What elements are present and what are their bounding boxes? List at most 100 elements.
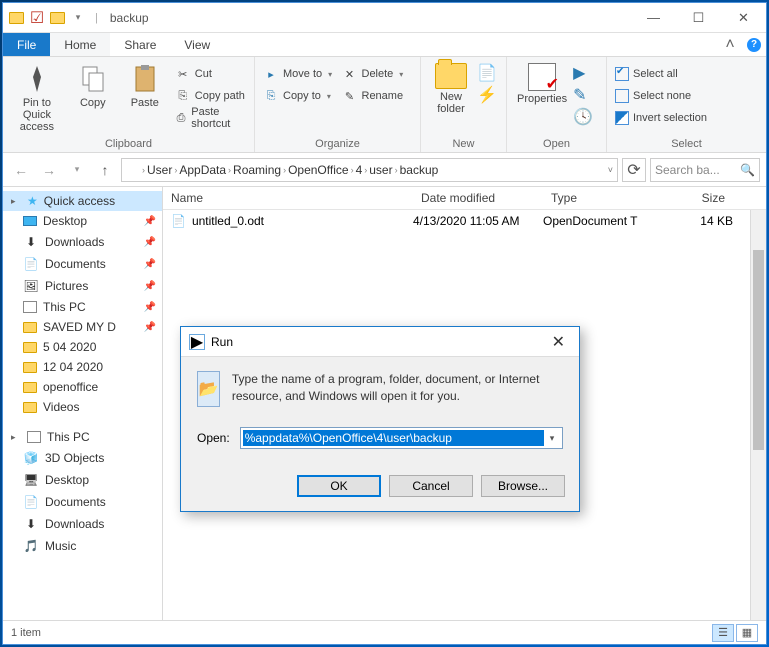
back-button[interactable]: ← (9, 158, 33, 182)
sidebar-item[interactable]: 📄Documents📌 (3, 253, 162, 275)
search-input[interactable]: Search ba... 🔍 (650, 158, 760, 182)
column-name[interactable]: Name (163, 191, 413, 205)
pin-to-quick-access-button[interactable]: Pin to Quick access (7, 59, 67, 133)
new-folder-button[interactable]: New folder (425, 59, 477, 115)
scroll-thumb[interactable] (753, 250, 764, 450)
rename-button[interactable]: ✎Rename (338, 85, 417, 107)
maximize-button[interactable]: ☐ (676, 3, 721, 33)
help-button[interactable]: ? (742, 33, 766, 56)
up-button[interactable]: ↑ (93, 158, 117, 182)
folder-icon (23, 362, 37, 373)
sidebar-item-label: Music (45, 539, 76, 553)
pin-icon: 📌 (144, 237, 156, 248)
tab-share[interactable]: Share (110, 33, 170, 56)
copy-icon (77, 63, 109, 95)
copy-path-button[interactable]: ⎘Copy path (171, 85, 250, 107)
run-dialog[interactable]: ▶ Run ✕ 📂 Type the name of a program, fo… (180, 326, 580, 512)
sidebar-item[interactable]: 🧊3D Objects (3, 447, 162, 469)
sidebar-item[interactable]: 🖥Desktop (3, 469, 162, 491)
sidebar-item[interactable]: openoffice (3, 377, 162, 397)
properties-button[interactable]: Properties (511, 59, 573, 105)
group-label: Clipboard (7, 136, 250, 152)
table-row[interactable]: 📄untitled_0.odt4/13/2020 11:05 AMOpenDoc… (163, 210, 766, 232)
easy-access-icon[interactable]: ⚡ (477, 85, 497, 105)
column-size[interactable]: Size (663, 191, 733, 205)
sidebar-item[interactable]: 🖼Pictures📌 (3, 275, 162, 297)
tab-view[interactable]: View (170, 33, 224, 56)
move-to-button[interactable]: ▸Move to▾ (259, 63, 338, 85)
folder-icon (23, 342, 37, 353)
sidebar-item-label: 5 04 2020 (43, 340, 96, 354)
sidebar-item[interactable]: ⬇Downloads📌 (3, 231, 162, 253)
sidebar-item[interactable]: SAVED MY D📌 (3, 317, 162, 337)
sidebar-item[interactable]: 🎵 Music (3, 535, 162, 557)
breadcrumb[interactable]: › User› AppData› Roaming› OpenOffice› 4›… (121, 158, 618, 182)
cut-button[interactable]: ✂Cut (171, 63, 250, 85)
browse-button[interactable]: Browse... (481, 475, 565, 497)
paste-icon (129, 63, 161, 95)
navigation-pane[interactable]: ▸ ★ Quick access Desktop📌⬇Downloads📌📄Doc… (3, 187, 163, 620)
ok-button[interactable]: OK (297, 475, 381, 497)
sidebar-item-quick-access[interactable]: ▸ ★ Quick access (3, 191, 162, 211)
new-item-icon[interactable]: 📄 (477, 63, 497, 83)
search-icon: 🔍 (740, 163, 755, 177)
vertical-scrollbar[interactable] (750, 210, 766, 620)
delete-button[interactable]: ✕Delete▾ (338, 63, 417, 85)
collapse-ribbon-icon[interactable]: ˄ (718, 33, 742, 56)
history-icon[interactable]: 🕓 (573, 107, 593, 127)
cancel-button[interactable]: Cancel (389, 475, 473, 497)
sidebar-item[interactable]: 12 04 2020 (3, 357, 162, 377)
pin-icon: 📌 (144, 216, 156, 227)
chevron-down-icon[interactable]: ▾ (544, 433, 560, 444)
sidebar-item[interactable]: 5 04 2020 (3, 337, 162, 357)
open-combobox[interactable]: %appdata%\OpenOffice\4\user\backup ▾ (240, 427, 563, 449)
ribbon-tabs: File Home Share View ˄ ? (3, 33, 766, 57)
chevron-right-icon[interactable]: ▸ (11, 432, 21, 443)
copy-button[interactable]: Copy (67, 59, 119, 109)
paste-button[interactable]: Paste (119, 59, 171, 109)
select-all-button[interactable]: Select all (611, 63, 711, 85)
file-size: 14 KB (663, 214, 733, 228)
minimize-button[interactable]: — (631, 3, 676, 33)
dialog-close-button[interactable]: ✕ (546, 332, 571, 352)
select-none-button[interactable]: Select none (611, 85, 711, 107)
column-date[interactable]: Date modified (413, 191, 543, 205)
invert-selection-button[interactable]: Invert selection (611, 107, 711, 129)
refresh-button[interactable]: ⟳ (622, 158, 646, 182)
tab-home[interactable]: Home (50, 33, 110, 56)
column-type[interactable]: Type (543, 191, 663, 205)
icons-view-button[interactable]: ▦ (736, 624, 758, 642)
details-view-button[interactable]: ☰ (712, 624, 734, 642)
edit-icon[interactable]: ✎ (573, 85, 593, 105)
dialog-title-bar[interactable]: ▶ Run ✕ (181, 327, 579, 357)
chevron-right-icon[interactable]: ▸ (11, 196, 21, 207)
column-headers[interactable]: Name Date modified Type Size (163, 187, 766, 210)
file-menu[interactable]: File (3, 33, 50, 56)
folder-icon: ⬇ (23, 516, 39, 532)
pin-icon: 📌 (144, 302, 156, 313)
title-bar[interactable]: ☑ ▾ | backup — ☐ ✕ (3, 3, 766, 33)
doc-icon: 📄 (23, 256, 39, 272)
file-type: OpenDocument T (543, 214, 663, 228)
sidebar-item[interactable]: Desktop📌 (3, 211, 162, 231)
sidebar-item-this-pc[interactable]: ▸ This PC (3, 427, 162, 447)
dialog-description: Type the name of a program, folder, docu… (232, 371, 563, 407)
open-icon[interactable]: ▶ (573, 63, 593, 83)
folder-icon: 🎵 (23, 538, 39, 554)
qat-properties[interactable]: ☑ (26, 7, 48, 29)
folder-icon: 🧊 (23, 450, 39, 466)
properties-icon (528, 63, 556, 91)
paste-shortcut-button[interactable]: ⎙Paste shortcut (171, 107, 250, 129)
qat-dropdown[interactable]: ▾ (67, 7, 89, 29)
sidebar-item[interactable]: ⬇Downloads (3, 513, 162, 535)
copy-to-button[interactable]: ⎘Copy to▾ (259, 85, 338, 107)
sidebar-item-label: Videos (43, 400, 79, 414)
close-button[interactable]: ✕ (721, 3, 766, 33)
group-label: Open (511, 136, 602, 152)
sidebar-item[interactable]: 📄Documents (3, 491, 162, 513)
recent-locations-button[interactable]: ▾ (65, 158, 89, 182)
open-value[interactable]: %appdata%\OpenOffice\4\user\backup (243, 430, 544, 446)
pc-icon (27, 431, 41, 443)
sidebar-item[interactable]: Videos (3, 397, 162, 417)
sidebar-item[interactable]: This PC📌 (3, 297, 162, 317)
